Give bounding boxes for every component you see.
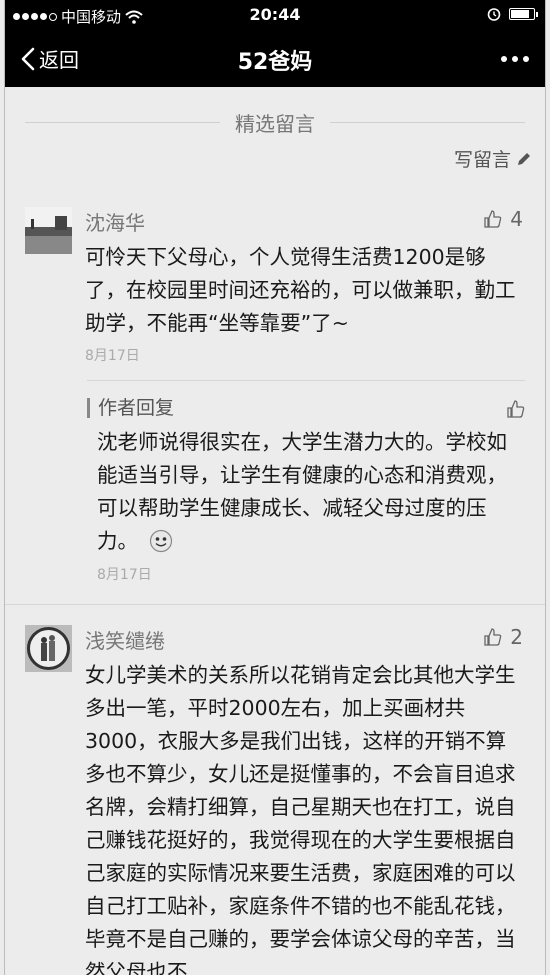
reply-label: 作者回复 [87,398,174,418]
like-count: 2 [510,625,523,649]
smiley-icon [149,529,172,553]
reply-text: 沈老师说得很实在，大学生潜力大的。学校如能适当引导，让学生有健康的心态和消费观，… [97,426,525,558]
status-bar: 中国移动 20:44 [5,0,545,32]
battery-fill [511,10,529,18]
author-reply: 作者回复 沈老师说得很实在，大学生潜力大的。学校如能适当引导，让学生有健康的心态… [87,398,525,588]
like-button[interactable]: 2 [484,625,523,649]
write-comment-button[interactable]: 写留言 [454,145,533,172]
page-title: 52爸妈 [237,50,313,75]
battery-icon [509,8,538,20]
nav-bar: 返回 52爸妈 [5,32,545,87]
comment-author: 浅笑缱绻 [85,629,165,653]
avatar[interactable] [25,207,72,254]
comment-author: 沈海华 [85,211,145,235]
like-count: 4 [510,207,523,231]
avatar-image [25,625,72,672]
avatar[interactable] [25,625,72,672]
thumbs-up-icon [507,400,525,418]
status-time: 20:44 [249,5,301,24]
app-frame: 中国移动 20:44 返回 52爸妈 精选留言 写留言 沈海华 4 可怜天下父母… [4,0,546,975]
divider [5,604,545,605]
divider [87,380,525,381]
divider [330,122,525,123]
comment-item: 沈海华 4 可怜天下父母心，个人觉得生活费1200是够了，在校园里时间还充裕的，… [25,207,533,372]
reply-like-button[interactable] [507,400,525,418]
more-icon[interactable] [501,56,529,62]
pencil-icon [518,152,530,165]
thumbs-up-icon [484,210,502,228]
like-button[interactable]: 4 [484,207,523,231]
thumbs-up-icon [484,628,502,646]
write-label: 写留言 [453,149,511,171]
avatar-image [25,207,72,254]
comment-item: 浅笑缱绻 2 女儿学美术的关系所以花销肯定会比其他大学生多出一笔，平时2000左… [25,625,533,975]
comment-text: 女儿学美术的关系所以花销肯定会比其他大学生多出一笔，平时2000左右，加上买画材… [85,663,516,975]
alarm-icon [487,8,501,21]
section-header: 精选留言 [25,108,525,138]
comment-text: 可怜天下父母心，个人觉得生活费1200是够了，在校园里时间还充裕的，可以做兼职，… [85,245,516,335]
comment-date: 8月17日 [85,348,140,364]
status-right [487,7,538,21]
reply-date: 8月17日 [97,567,152,583]
